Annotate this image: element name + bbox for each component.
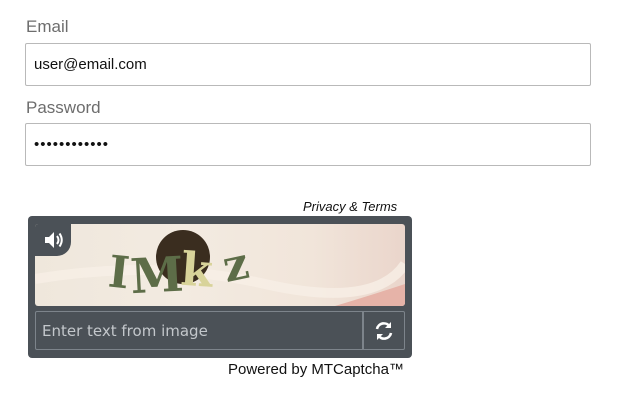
audio-button[interactable] — [35, 224, 71, 256]
captcha-char-2: M — [129, 247, 185, 306]
powered-by-text: Powered by MTCaptcha™ — [228, 361, 404, 378]
captcha-char-3: k — [179, 242, 216, 298]
speaker-icon — [45, 232, 63, 248]
refresh-icon — [375, 321, 393, 340]
captcha-char-1: I — [106, 246, 132, 299]
password-label: Password — [26, 98, 101, 117]
email-label: Email — [26, 17, 69, 36]
captcha-char-4: z — [218, 238, 253, 293]
captcha-input[interactable] — [35, 311, 363, 350]
refresh-button[interactable] — [363, 311, 405, 350]
captcha-image: I M k z — [35, 224, 405, 306]
captcha-image-graphic: I M k z — [35, 230, 405, 306]
captcha-widget: I M k z — [28, 216, 412, 358]
email-field[interactable] — [25, 43, 591, 86]
password-field[interactable] — [25, 123, 591, 166]
privacy-terms-link[interactable]: Privacy & Terms — [303, 199, 397, 214]
